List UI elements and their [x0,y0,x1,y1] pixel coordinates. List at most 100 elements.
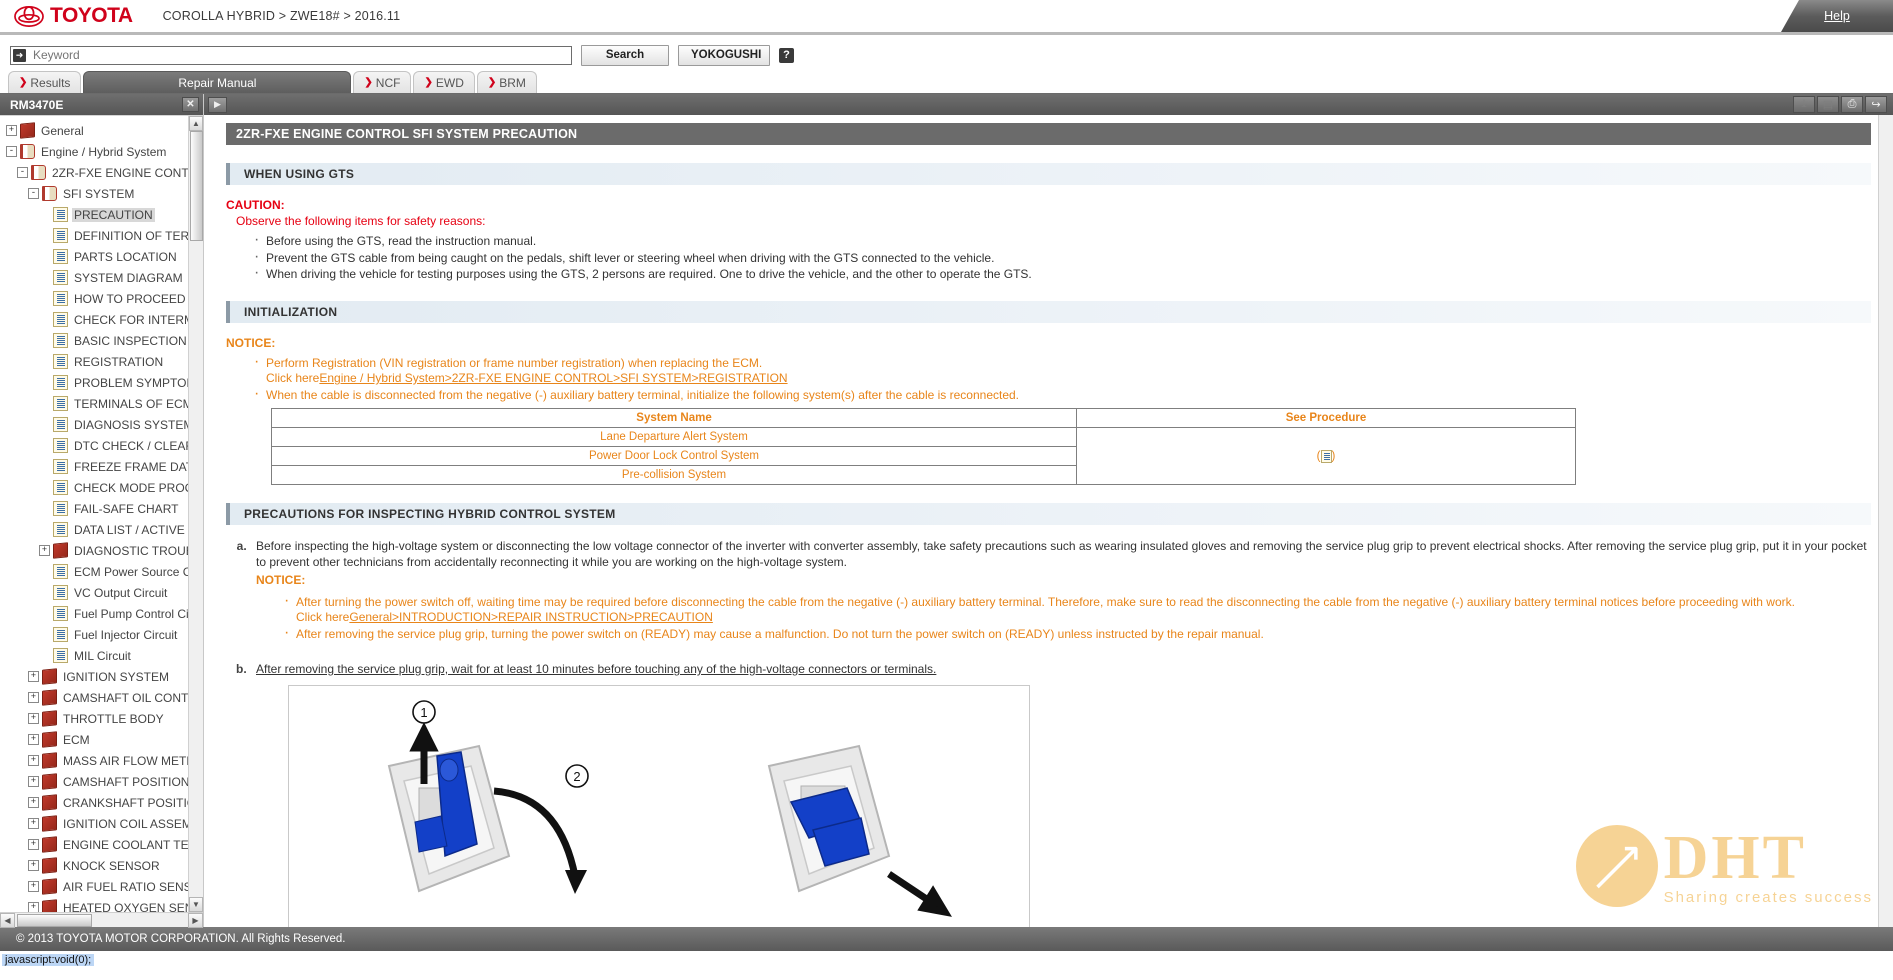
scroll-left-icon[interactable]: ◀ [0,912,15,928]
tree-item-general[interactable]: + General [0,120,203,141]
tree-item-diagnosis-system[interactable]: DIAGNOSIS SYSTEM [0,414,203,435]
document-icon [53,585,68,600]
see-procedure-cell[interactable]: () [1076,427,1576,485]
tree-item-sfi-system[interactable]: - SFI SYSTEM [0,183,203,204]
tree-item-2zr-fxe-engine-control[interactable]: - 2ZR-FXE ENGINE CONTROL [0,162,203,183]
tree-item-diagnostic-trouble-code-chart[interactable]: + DIAGNOSTIC TROUBLE CODE CHART [0,540,203,561]
collapse-icon[interactable]: - [28,188,39,199]
tree-vertical-scrollbar[interactable]: ▲ ▼ [188,116,203,912]
tree-item-camshaft-oil-control[interactable]: + CAMSHAFT OIL CONTROL [0,687,203,708]
toyota-logo[interactable]: TOYOTA [14,4,133,28]
tree-item-ecm-power-source-circuit[interactable]: ECM Power Source Circuit [0,561,203,582]
help-tab[interactable]: Help [1781,0,1893,32]
tree-horizontal-scrollbar[interactable]: ◀ ▶ [0,912,203,928]
tree-item-check-for-intermittent-problems[interactable]: CHECK FOR INTERMITTENT PROBLEMS [0,309,203,330]
scroll-down-icon[interactable]: ▼ [189,897,203,912]
tree-item-engine-hybrid-system[interactable]: - Engine / Hybrid System [0,141,203,162]
expand-icon[interactable]: + [28,818,39,829]
tree-item-knock-sensor[interactable]: + KNOCK SENSOR [0,855,203,876]
expand-icon[interactable]: + [28,839,39,850]
tree-item-definition-of-terms[interactable]: DEFINITION OF TERMS [0,225,203,246]
tab-ncf[interactable]: ❯ NCF [353,71,412,93]
yokogushi-button[interactable]: YOKOGUSHI [678,44,770,66]
expand-icon[interactable]: + [28,734,39,745]
tree-item-fail-safe-chart[interactable]: FAIL-SAFE CHART [0,498,203,519]
tab-brm[interactable]: ❯ BRM [476,71,537,93]
tree-item-freeze-frame-data[interactable]: FREEZE FRAME DATA [0,456,203,477]
tree-item-ignition-coil-assembly[interactable]: + IGNITION COIL ASSEMBLY [0,813,203,834]
spacer-icon [39,209,50,220]
save-icon[interactable]: ⤓ [1793,96,1815,113]
tree-item-ecm[interactable]: + ECM [0,729,203,750]
tree-item-parts-location[interactable]: PARTS LOCATION [0,246,203,267]
tab-repair-manual[interactable]: Repair Manual [83,71,352,93]
expand-icon[interactable]: + [28,776,39,787]
tree-item-data-list-active-test[interactable]: DATA LIST / ACTIVE TEST [0,519,203,540]
tree-item-label: ECM Power Source Circuit [74,564,203,579]
note-icon[interactable]: ▤ [1817,96,1839,113]
tree-item-mil-circuit[interactable]: MIL Circuit [0,645,203,666]
document-icon [53,438,68,453]
tree-item-problem-symptoms-table[interactable]: PROBLEM SYMPTOMS TABLE [0,372,203,393]
tree-item-vc-output-circuit[interactable]: VC Output Circuit [0,582,203,603]
expand-icon[interactable]: + [28,881,39,892]
logout-icon[interactable]: ↪ [1865,96,1887,113]
general-precaution-link[interactable]: General>INTRODUCTION>REPAIR INSTRUCTION>… [349,610,713,624]
collapse-icon[interactable]: - [6,146,17,157]
tree-item-dtc-check-clear[interactable]: DTC CHECK / CLEAR [0,435,203,456]
document-icon [53,564,68,579]
tree-item-air-fuel-ratio-sensor[interactable]: + AIR FUEL RATIO SENSOR [0,876,203,897]
tree-item-fuel-pump-control-circuit[interactable]: Fuel Pump Control Circuit [0,603,203,624]
tree-item-mass-air-flow-meter[interactable]: + MASS AIR FLOW METER [0,750,203,771]
scroll-right-icon[interactable]: ▶ [188,912,203,928]
document-icon [53,501,68,516]
help-link[interactable]: Help [1824,9,1850,23]
print-icon[interactable]: ⎙ [1841,96,1863,113]
tree-item-throttle-body[interactable]: + THROTTLE BODY [0,708,203,729]
help-question-icon[interactable]: ? [779,47,794,63]
search-button[interactable]: Search [581,44,669,66]
expand-icon[interactable]: + [28,692,39,703]
list-item: Before using the GTS, read the instructi… [254,232,1871,250]
scroll-up-icon[interactable]: ▲ [189,116,203,131]
nav-forward-icon[interactable]: ▶ [208,96,227,113]
tree-item-system-diagram[interactable]: SYSTEM DIAGRAM [0,267,203,288]
search-input[interactable] [10,45,572,65]
tree-item-ignition-system[interactable]: + IGNITION SYSTEM [0,666,203,687]
list-item: After removing the service plug grip, wa… [250,662,1871,927]
hybrid-notice-list: After turning the power switch off, wait… [256,593,1871,643]
tree-item-how-to-proceed-with-troubleshooting[interactable]: HOW TO PROCEED WITH TROUBLESHOOTING [0,288,203,309]
tree-item-engine-coolant-temperature-sensor[interactable]: + ENGINE COOLANT TEMPERATURE SENSOR [0,834,203,855]
tree-item-precaution[interactable]: PRECAUTION [0,204,203,225]
expand-icon[interactable]: + [6,125,17,136]
document-vertical-scrollbar[interactable] [1878,115,1893,927]
tree-item-check-mode-procedure[interactable]: CHECK MODE PROCEDURE [0,477,203,498]
tab-results[interactable]: ❯ Results [8,71,82,93]
tree-item-registration[interactable]: REGISTRATION [0,351,203,372]
tree-item-camshaft-position-sensor[interactable]: + CAMSHAFT POSITION SENSOR [0,771,203,792]
scrollbar-thumb[interactable] [190,131,203,241]
document-icon [53,333,68,348]
registration-link[interactable]: Engine / Hybrid System>2ZR-FXE ENGINE CO… [319,371,787,385]
hscrollbar-thumb[interactable] [17,913,92,927]
collapse-icon[interactable]: - [17,167,28,178]
expand-icon[interactable]: + [28,713,39,724]
expand-icon[interactable]: + [28,755,39,766]
tree-item-fuel-injector-circuit[interactable]: Fuel Injector Circuit [0,624,203,645]
tree-item-terminals-of-ecm[interactable]: TERMINALS OF ECM [0,393,203,414]
close-icon[interactable]: ✕ [182,97,199,112]
system-name-cell: Pre-collision System [271,465,1077,485]
expand-icon[interactable]: + [28,671,39,682]
expand-icon[interactable]: + [28,797,39,808]
tab-label: Repair Manual [178,75,257,90]
tab-ewd[interactable]: ❯ EWD [413,71,475,93]
expand-icon[interactable]: + [39,545,50,556]
paren-close: ) [1331,450,1336,463]
expand-icon[interactable]: + [28,902,39,912]
expand-icon[interactable]: + [28,860,39,871]
tree-item-basic-inspection[interactable]: BASIC INSPECTION [0,330,203,351]
tree-item-heated-oxygen-sensor[interactable]: + HEATED OXYGEN SENSOR [0,897,203,912]
document-link-icon[interactable] [1320,449,1332,463]
initialization-bullet-list: Perform Registration (VIN registration o… [226,354,1871,404]
tree-item-crankshaft-position-sensor[interactable]: + CRANKSHAFT POSITION SENSOR [0,792,203,813]
